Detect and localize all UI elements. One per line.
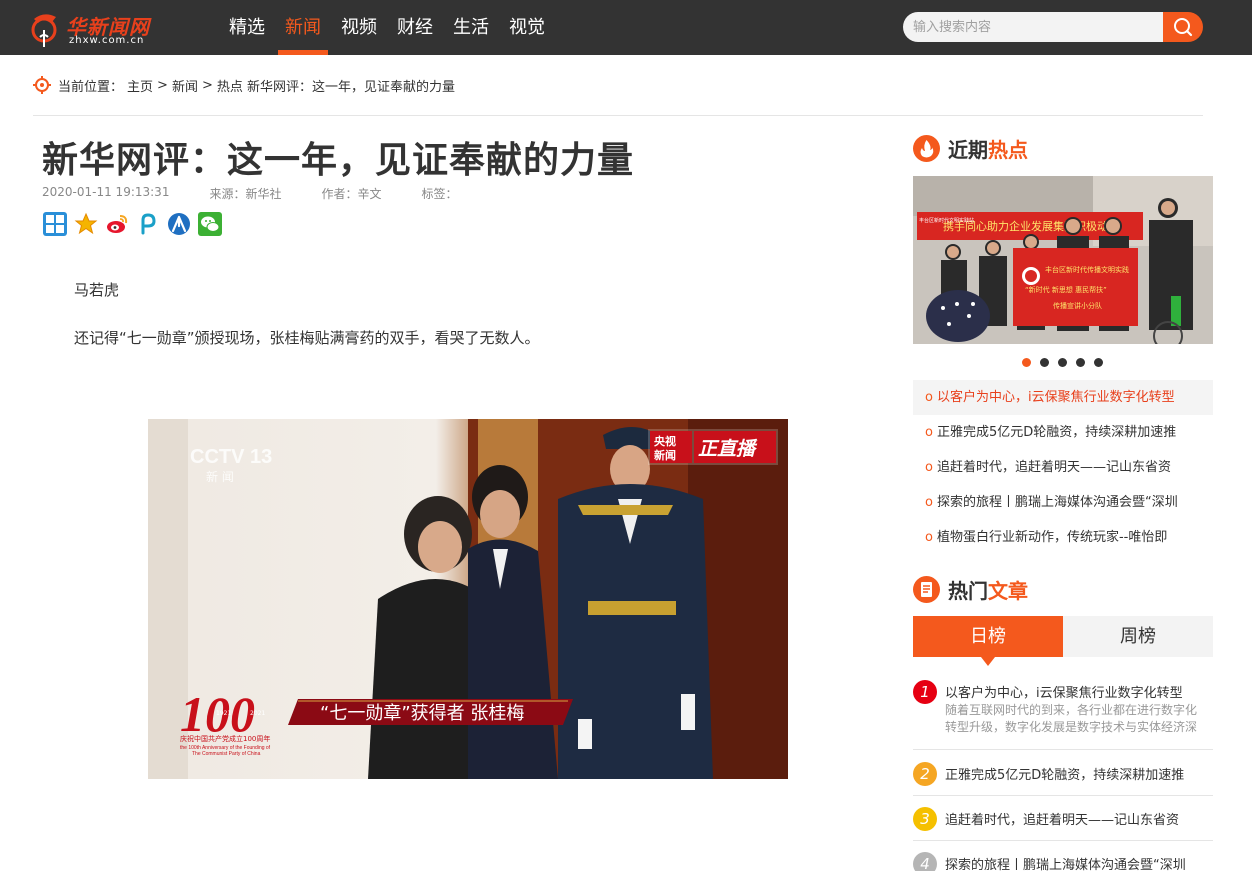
qzone-icon[interactable] xyxy=(74,212,98,236)
weibo-icon[interactable] xyxy=(105,212,129,236)
ranking-tabs: 日榜 周榜 xyxy=(913,616,1213,657)
nav-item-visual[interactable]: 视觉 xyxy=(502,0,552,55)
banner-org: 丰台区新时代文明实践站 xyxy=(919,217,974,224)
article-author-line: 马若虎 xyxy=(74,281,120,299)
tab-daily[interactable]: 日榜 xyxy=(913,616,1063,657)
carousel-dots xyxy=(1022,358,1112,367)
live-badge-top: 央视 xyxy=(654,434,676,448)
ranking-item[interactable]: 2 正雅完成5亿元D轮融资，持续深耕加速推 xyxy=(913,762,1213,788)
anniversary-year-start: 1921 xyxy=(216,710,231,717)
carousel-dot[interactable] xyxy=(1022,358,1031,367)
carousel-dot[interactable] xyxy=(1040,358,1049,367)
ranking-item[interactable]: 3 追赶着时代，追赶着明天——记山东省资 xyxy=(913,807,1213,833)
carousel-dot[interactable] xyxy=(1076,358,1085,367)
article-paragraph: 还记得“七一勋章”颁授现场，张桂梅贴满膏药的双手，看哭了无数人。 xyxy=(74,329,540,347)
nav-item-video[interactable]: 视频 xyxy=(334,0,384,55)
logo-mark-icon xyxy=(31,14,57,47)
live-badge-text: 正直播 xyxy=(698,438,758,460)
rank-description: 随着互联网时代的到来，各行业都在进行数字化转型升级，数字化发展是数字技术与实体经… xyxy=(945,703,1198,734)
search-button[interactable] xyxy=(1163,12,1203,42)
rank-title: 追赶着时代，追赶着明天——记山东省资 xyxy=(945,813,1180,828)
breadcrumb-divider xyxy=(33,115,1203,116)
rank-number-badge: 4 xyxy=(913,852,937,871)
ranking-item[interactable]: 4 探索的旅程丨鹏瑞上海媒体沟通会暨“深圳 xyxy=(913,852,1213,871)
breadcrumb-label: 当前位置： xyxy=(58,79,124,95)
breadcrumb-separator: > xyxy=(201,77,213,93)
ranking-item[interactable]: 1 以客户为中心，i云保聚焦行业数字化转型 随着互联网时代的到来，各行业都在进行… xyxy=(913,680,1213,740)
hot-section-header: 近期热点 xyxy=(913,134,1028,163)
article-meta: 2020-01-11 19:13:31 来源：新华社 作者：辛文 标签： xyxy=(42,185,458,202)
tab-active-arrow xyxy=(981,657,995,666)
article-author: 作者：辛文 xyxy=(321,187,382,201)
pengyou-icon[interactable] xyxy=(136,212,160,236)
location-target-icon xyxy=(33,76,51,94)
popular-section-header: 热门文章 xyxy=(913,575,1028,604)
hot-news-item[interactable]: o 追赶着时代，追赶着明天——记山东省资 xyxy=(913,450,1213,485)
rank-number-badge: 2 xyxy=(913,762,937,786)
article-date: 2020-01-11 19:13:31 xyxy=(42,185,170,199)
search-icon xyxy=(1174,18,1193,37)
tab-weekly[interactable]: 周榜 xyxy=(1063,616,1213,657)
hot-news-item[interactable]: o 植物蛋白行业新动作，传统玩家--唯怡即 xyxy=(913,520,1213,555)
ranking-divider xyxy=(913,795,1213,796)
wechat-icon[interactable] xyxy=(198,212,222,236)
renren-icon[interactable] xyxy=(167,212,191,236)
sign-line-2: “新时代 新思想 惠民帮扶” xyxy=(1025,285,1107,294)
rank-number-badge: 1 xyxy=(913,680,937,704)
top-nav-bar: 华新闻网 zhxw.com.cn 精选 新闻 视频 财经 生活 视觉 xyxy=(0,0,1252,55)
anniversary-year-end: 2021 xyxy=(250,710,265,717)
breadcrumb: 当前位置： 主页 > 新闻 > 热点 新华网评：这一年，见证奉献的力量 xyxy=(33,75,459,95)
hot-section-title: 近期热点 xyxy=(948,138,1028,162)
nav-item-news[interactable]: 新闻 xyxy=(278,0,328,55)
document-list-icon xyxy=(913,576,940,603)
breadcrumb-current: 热点 新华网评：这一年，见证奉献的力量 xyxy=(216,79,455,95)
nav-item-life[interactable]: 生活 xyxy=(446,0,496,55)
plus-share-icon[interactable] xyxy=(43,212,67,236)
nav-item-finance[interactable]: 财经 xyxy=(390,0,440,55)
breadcrumb-separator: > xyxy=(157,77,168,93)
ranking-divider xyxy=(913,840,1213,841)
rank-title: 以客户为中心，i云保聚焦行业数字化转型 xyxy=(945,686,1183,701)
award-ceremony-image: CCTV 13 新 闻 央视 新闻 正直播 “七一勋章”获得者 张桂梅 100 … xyxy=(148,419,788,779)
hot-carousel-image[interactable]: 携手同心助力企业发展集团积极动员 丰台区新时代文明实践站 丰台区新时代传播文明实… xyxy=(913,176,1213,344)
cctv-subtitle: 新 闻 xyxy=(206,469,234,484)
hot-news-item[interactable]: o 以客户为中心，i云保聚焦行业数字化转型 xyxy=(913,380,1213,415)
rank-title: 正雅完成5亿元D轮融资，持续深耕加速推 xyxy=(945,768,1185,783)
carousel-dot[interactable] xyxy=(1094,358,1103,367)
popular-section-title: 热门文章 xyxy=(948,579,1028,603)
cctv-logo: CCTV 13 xyxy=(190,446,272,468)
live-badge-bottom: 新闻 xyxy=(654,448,676,462)
sign-line-3: 传播宣讲小分队 xyxy=(1053,301,1102,310)
main-nav: 精选 新闻 视频 财经 生活 视觉 xyxy=(222,0,558,55)
article-tags-label: 标签： xyxy=(421,187,458,201)
breadcrumb-home-link[interactable]: 主页 xyxy=(127,76,153,95)
share-bar xyxy=(43,212,229,236)
carousel-dot[interactable] xyxy=(1058,358,1067,367)
hot-news-item[interactable]: o 探索的旅程丨鹏瑞上海媒体沟通会暨“深圳 xyxy=(913,485,1213,520)
article-source: 来源：新华社 xyxy=(209,187,282,201)
anniversary-cn: 庆祝中国共产党成立100周年 xyxy=(180,734,270,743)
logo-domain: zhxw.com.cn xyxy=(69,35,145,46)
article-photo: CCTV 13 新 闻 央视 新闻 正直播 “七一勋章”获得者 张桂梅 100 … xyxy=(148,419,788,779)
anniversary-en-2: The Communist Party of China xyxy=(192,751,261,757)
sign-line-1: 丰台区新时代传播文明实践 xyxy=(1045,265,1129,274)
breadcrumb-section-link[interactable]: 新闻 xyxy=(172,76,198,95)
flame-icon xyxy=(913,135,940,162)
nav-item-featured[interactable]: 精选 xyxy=(222,0,272,55)
search-box xyxy=(903,12,1203,42)
hot-news-item[interactable]: o 正雅完成5亿元D轮融资，持续深耕加速推 xyxy=(913,415,1213,450)
video-caption: “七一勋章”获得者 张桂梅 xyxy=(320,703,524,724)
rank-number-badge: 3 xyxy=(913,807,937,831)
volunteer-group-photo: 携手同心助力企业发展集团积极动员 丰台区新时代文明实践站 丰台区新时代传播文明实… xyxy=(913,176,1213,344)
search-input[interactable] xyxy=(903,12,1165,42)
site-logo[interactable]: 华新闻网 zhxw.com.cn xyxy=(30,9,160,49)
rank-title: 探索的旅程丨鹏瑞上海媒体沟通会暨“深圳 xyxy=(945,858,1186,871)
hot-news-list: o 以客户为中心，i云保聚焦行业数字化转型 o 正雅完成5亿元D轮融资，持续深耕加速… xyxy=(913,380,1213,555)
ranking-divider xyxy=(913,749,1213,750)
article-title: 新华网评：这一年，见证奉献的力量 xyxy=(42,140,635,181)
